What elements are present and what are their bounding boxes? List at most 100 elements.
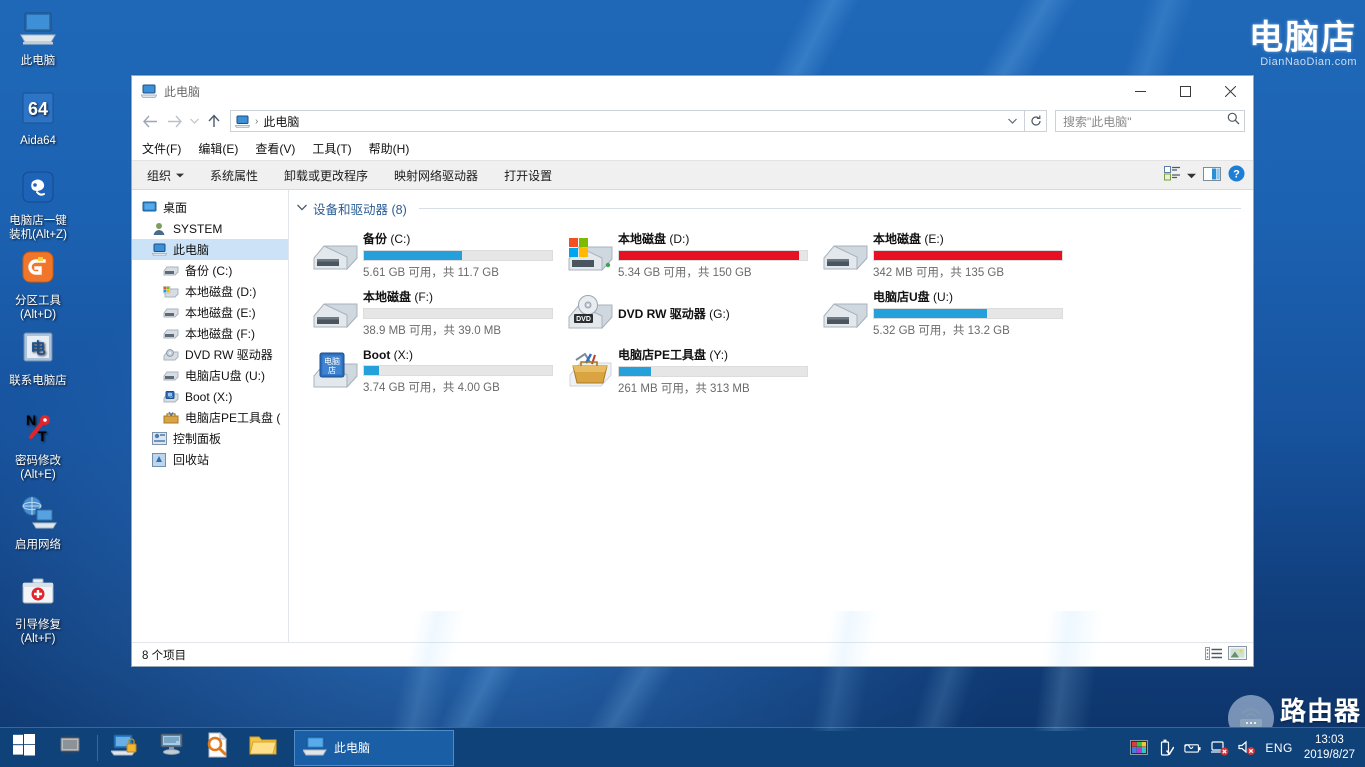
nav-item-this-pc[interactable]: 此电脑 xyxy=(132,239,288,260)
taskbar-task-this-pc[interactable]: 此电脑 xyxy=(294,729,454,766)
drive-capacity-y: 261 MB 可用，共 313 MB xyxy=(618,383,750,395)
battery-icon[interactable] xyxy=(1184,741,1202,755)
svg-text:DVD: DVD xyxy=(576,316,591,323)
volume-muted-icon[interactable] xyxy=(1238,740,1256,756)
drive-tile-e[interactable]: 本地磁盘 (E:) 342 MB 可用，共 135 GB xyxy=(815,227,1070,283)
drive-name-g: DVD RW 驱动器 (G:) xyxy=(618,305,811,322)
taskbar-clock[interactable]: 13:03 2019/8/27 xyxy=(1302,733,1357,763)
boot-disk-icon: 电脑 店 xyxy=(309,352,363,390)
view-options-chevron-down-icon[interactable] xyxy=(1187,168,1196,182)
minimize-button[interactable] xyxy=(1118,76,1163,106)
address-bar[interactable]: › 此电脑 xyxy=(230,110,1025,132)
open-settings-button[interactable]: 打开设置 xyxy=(501,164,555,187)
nav-item-system[interactable]: SYSTEM xyxy=(132,218,288,239)
start-button[interactable] xyxy=(0,728,47,767)
help-icon[interactable]: ? xyxy=(1228,165,1245,185)
drive-tile-u[interactable]: 电脑店U盘 (U:) 5.32 GB 可用，共 13.2 GB xyxy=(815,285,1070,341)
color-palette-icon[interactable] xyxy=(1130,740,1149,755)
nav-item-drive-u[interactable]: 电脑店U盘 (U:) xyxy=(132,365,288,386)
nav-item-dvd-drive[interactable]: DVD RW 驱动器 xyxy=(132,344,288,365)
arrow-right-icon[interactable] xyxy=(162,109,186,133)
nav-item-drive-c[interactable]: 备份 (C:) xyxy=(132,260,288,281)
usb-eject-icon[interactable] xyxy=(1157,739,1175,757)
group-header-devices-and-drives[interactable]: 设备和驱动器 (8) xyxy=(289,190,1253,218)
drive-tile-c[interactable]: 备份 (C:) 5.61 GB 可用，共 11.7 GB xyxy=(305,227,560,283)
map-network-drive-button[interactable]: 映射网络驱动器 xyxy=(391,164,481,187)
chevron-down-icon xyxy=(176,171,185,180)
drive-name-c: 备份 (C:) xyxy=(363,230,556,247)
nav-item-label: 桌面 xyxy=(163,201,188,215)
drive-tile-g[interactable]: DVD DVD RW 驱动器 (G:) xyxy=(560,285,815,341)
hdd-icon xyxy=(162,307,180,318)
menu-edit[interactable]: 编辑(E) xyxy=(198,140,238,157)
close-button[interactable] xyxy=(1208,76,1253,106)
capacity-bar-c xyxy=(363,250,553,261)
arrow-up-icon[interactable] xyxy=(202,109,226,133)
uninstall-programs-button[interactable]: 卸载或更改程序 xyxy=(281,164,371,187)
desktop-icon-partition-tool[interactable]: 分区工具 (Alt+D) xyxy=(0,248,76,322)
arrow-left-icon[interactable] xyxy=(138,109,162,133)
recycle-bin-icon xyxy=(150,452,168,467)
chevron-down-icon[interactable] xyxy=(1001,116,1024,126)
details-view-icon[interactable] xyxy=(1205,646,1222,663)
refresh-button[interactable] xyxy=(1025,110,1047,132)
network-error-icon[interactable] xyxy=(1211,740,1229,756)
watermark-brand: 电脑店 xyxy=(1249,19,1357,57)
this-pc-icon xyxy=(150,243,168,256)
nav-item-control-panel[interactable]: 控制面板 xyxy=(132,428,288,449)
menu-file[interactable]: 文件(F) xyxy=(142,140,181,157)
capacity-bar-y xyxy=(618,366,808,377)
nav-item-pe-toolbox-y[interactable]: 电脑店PE工具盘 ( xyxy=(132,407,288,428)
menu-tools[interactable]: 工具(T) xyxy=(312,140,351,157)
language-indicator[interactable]: ENG xyxy=(1265,741,1293,755)
taskbar-icon-file-search[interactable] xyxy=(194,728,240,767)
desktop-icon-password-change[interactable]: N T 密码修改 (Alt+E) xyxy=(0,408,76,482)
nav-item-label: DVD RW 驱动器 xyxy=(185,348,273,362)
nav-item-drive-d[interactable]: 本地磁盘 (D:) xyxy=(132,281,288,302)
drive-tile-f[interactable]: 本地磁盘 (F:) 38.9 MB 可用，共 39.0 MB xyxy=(305,285,560,341)
drive-tile-x[interactable]: 电脑 店 Boot (X:) 3.74 GB 可用，共 4.00 GB xyxy=(305,343,560,399)
clock-time: 13:03 xyxy=(1315,733,1344,746)
preview-pane-icon[interactable] xyxy=(1203,166,1221,184)
taskbar-icon-cpu-z[interactable] xyxy=(47,728,93,767)
chevron-down-icon[interactable] xyxy=(297,203,307,214)
desktop-icon-one-key-install[interactable]: 电脑店一键 装机(Alt+Z) xyxy=(0,168,76,242)
organize-label: 组织 xyxy=(147,168,172,183)
taskbar-icon-file-explorer[interactable] xyxy=(240,728,286,767)
large-icons-view-icon[interactable] xyxy=(1228,646,1247,663)
desktop: 此电脑 64 Aida64 电脑店一键 装机(Alt+Z) 分区工具 (Alt+… xyxy=(0,0,1365,767)
cpu-chip-icon xyxy=(56,734,84,761)
nav-item-label: 备份 (C:) xyxy=(185,264,233,278)
nav-item-recycle-bin[interactable]: 回收站 xyxy=(132,449,288,470)
desktop-icon-contact-shop[interactable]: 电 联系电脑店 xyxy=(0,328,76,388)
taskbar-icon-password-tool[interactable] xyxy=(102,728,148,767)
drive-tile-d[interactable]: 本地磁盘 (D:) 5.34 GB 可用，共 150 GB xyxy=(560,227,815,283)
breadcrumb-this-pc[interactable]: 此电脑 xyxy=(263,113,299,130)
chevron-down-icon[interactable] xyxy=(186,109,202,133)
search-input[interactable]: 搜索"此电脑" xyxy=(1063,113,1227,130)
search-icon[interactable] xyxy=(1227,112,1240,130)
desktop-icon-enable-network[interactable]: 启用网络 xyxy=(0,492,76,552)
drive-name-f: 本地磁盘 (F:) xyxy=(363,288,556,305)
drive-label: 本地磁盘 xyxy=(618,232,667,246)
group-header-label: 设备和驱动器 (8) xyxy=(313,203,407,217)
organize-button[interactable]: 组织 xyxy=(144,164,187,187)
system-tray: ENG 13:03 2019/8/27 xyxy=(1130,728,1365,767)
nav-item-drive-e[interactable]: 本地磁盘 (E:) xyxy=(132,302,288,323)
taskbar-icon-system-info[interactable] xyxy=(148,728,194,767)
menu-help[interactable]: 帮助(H) xyxy=(369,140,410,157)
search-box[interactable]: 搜索"此电脑" xyxy=(1055,110,1245,132)
nav-item-label: 本地磁盘 (F:) xyxy=(185,327,255,341)
system-properties-button[interactable]: 系统属性 xyxy=(207,164,261,187)
desktop-icon-this-pc[interactable]: 此电脑 xyxy=(0,8,76,68)
nav-item-drive-f[interactable]: 本地磁盘 (F:) xyxy=(132,323,288,344)
menu-view[interactable]: 查看(V) xyxy=(255,140,295,157)
view-details-icon[interactable] xyxy=(1164,166,1180,184)
desktop-icon-aida64[interactable]: 64 Aida64 xyxy=(0,88,76,148)
drive-label: 备份 xyxy=(363,232,388,246)
maximize-button[interactable] xyxy=(1163,76,1208,106)
drive-tile-y[interactable]: 电脑店PE工具盘 (Y:) 261 MB 可用，共 313 MB xyxy=(560,343,815,399)
nav-item-desktop[interactable]: 桌面 xyxy=(132,197,288,218)
desktop-icon-boot-repair[interactable]: 引导修复 (Alt+F) xyxy=(0,572,76,646)
nav-item-boot-x[interactable]: 电 Boot (X:) xyxy=(132,386,288,407)
